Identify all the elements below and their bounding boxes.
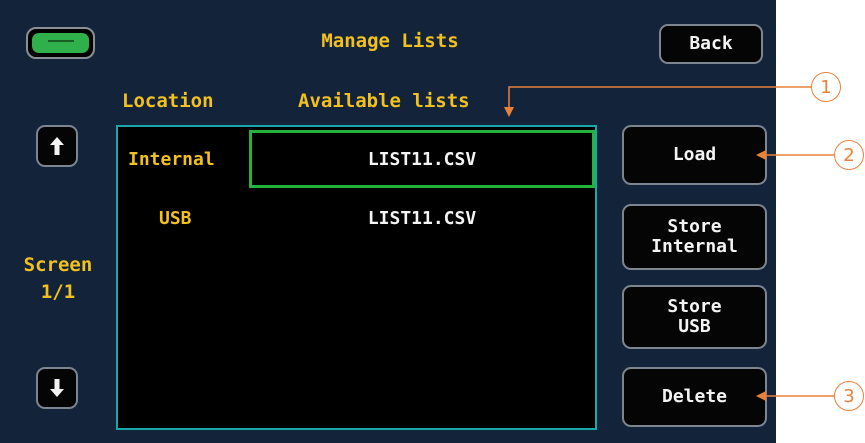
callout-3: 3 — [834, 381, 864, 411]
callout-2: 2 — [834, 140, 864, 170]
callout-arrow-1 — [504, 86, 811, 117]
callout-arrows — [504, 86, 834, 401]
callout-1: 1 — [811, 72, 841, 102]
